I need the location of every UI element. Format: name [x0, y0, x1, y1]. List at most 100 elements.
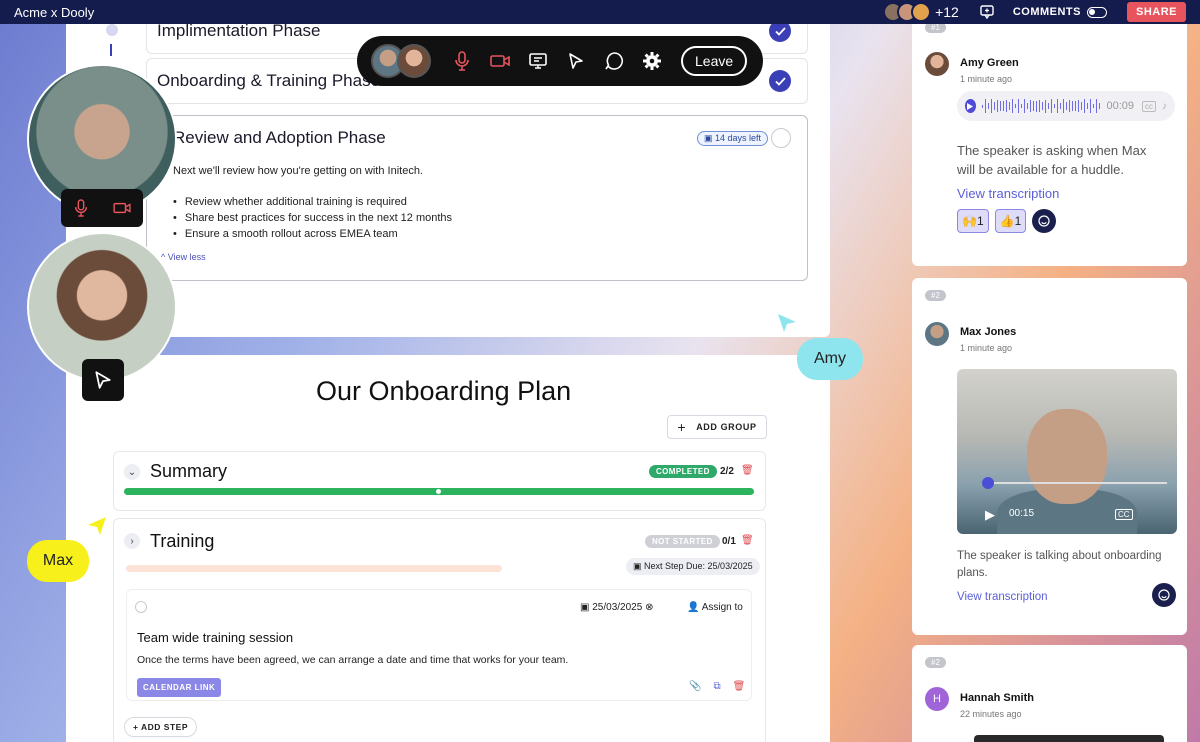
group-training[interactable]: › Training NOT STARTED 0/1 🗑 ▣ Next Step… — [113, 518, 766, 742]
progress-knob — [436, 489, 441, 494]
video-scrubber[interactable] — [987, 482, 1167, 484]
scrubber-knob[interactable] — [982, 477, 994, 489]
trash-icon[interactable]: 🗑 — [741, 465, 754, 476]
waveform-bar — [1014, 103, 1017, 109]
reactions: 🙌 1 👍 1 — [957, 209, 1057, 233]
video-player[interactable] — [974, 735, 1164, 742]
clear-date-icon[interactable]: ⊗ — [645, 602, 653, 613]
camera-icon[interactable] — [112, 201, 132, 215]
view-less-link[interactable]: ^ View less — [161, 252, 206, 262]
waveform-bar — [1017, 99, 1020, 113]
microphone-icon[interactable] — [73, 198, 89, 218]
play-icon[interactable]: ▶ — [985, 507, 995, 523]
comment-author: Max Jones — [960, 326, 1017, 338]
pointer-icon — [95, 371, 111, 389]
trash-icon[interactable]: 🗑 — [733, 681, 746, 692]
captions-icon[interactable]: CC — [1115, 509, 1133, 520]
waveform-bar — [1089, 99, 1092, 113]
video-player[interactable]: ▶ 00:15 CC — [957, 369, 1177, 534]
assign-to-button[interactable]: 👤 Assign to — [687, 602, 743, 613]
check-icon[interactable] — [769, 70, 791, 92]
chevron-right-icon[interactable]: › — [124, 533, 140, 549]
comment-card[interactable]: #2 Max Jones 1 minute ago ▶ 00:15 CC The… — [912, 278, 1187, 635]
waveform-bar — [1005, 99, 1008, 113]
step-count: 2/2 — [720, 466, 734, 477]
duplicate-icon[interactable]: ⧉ — [713, 681, 720, 692]
play-icon[interactable] — [965, 99, 976, 113]
audio-player[interactable]: 00:09 cc ♪ — [957, 91, 1175, 121]
comment-card[interactable]: #2 H Hannah Smith 22 minutes ago — [912, 645, 1187, 742]
participant-count[interactable]: +12 — [935, 4, 959, 20]
list-item: Share best practices for success in the … — [173, 212, 452, 224]
user-icon: 👤 — [687, 602, 700, 613]
comments-toggle[interactable] — [1086, 6, 1107, 18]
comment-author: Amy Green — [960, 57, 1019, 69]
comment-card[interactable]: #1 Amy Green 1 minute ago 00:09 cc ♪ The… — [912, 14, 1187, 266]
calendar-icon: ▣ — [580, 602, 590, 613]
reaction-thumbs-up[interactable]: 👍 1 — [994, 209, 1027, 233]
captions-icon[interactable]: cc — [1142, 100, 1156, 112]
calendar-link-button[interactable]: CALENDAR LINK — [137, 678, 222, 697]
step-indicator — [106, 24, 118, 36]
share-button[interactable]: SHARE — [1126, 2, 1186, 22]
microphone-icon[interactable] — [443, 50, 481, 72]
waveform-bar — [1029, 99, 1032, 113]
avatar[interactable] — [397, 44, 431, 78]
max-cursor-icon — [88, 517, 106, 535]
chat-icon[interactable] — [595, 51, 633, 71]
status-badge: COMPLETED — [649, 465, 717, 478]
top-bar: Acme x Dooly +12 COMMENTS SHARE — [0, 0, 1200, 24]
group-summary[interactable]: ⌄ Summary COMPLETED 2/2 🗑 — [113, 451, 766, 511]
phase-title: Implimentation Phase — [157, 21, 321, 40]
waveform-bar — [1002, 101, 1005, 111]
reaction-raised-hands[interactable]: 🙌 1 — [957, 209, 989, 233]
view-transcription-link[interactable]: View transcription — [957, 591, 1048, 603]
waveform-bar — [1038, 100, 1041, 112]
waveform-bar — [1050, 99, 1053, 113]
pointer-icon[interactable] — [557, 52, 595, 70]
waveform-bar — [1023, 99, 1026, 113]
add-comment-icon[interactable] — [979, 4, 995, 20]
waveform-bar — [1059, 103, 1062, 109]
step-item[interactable]: ▣ 25/03/2025 ⊗ 👤 Assign to Team wide tra… — [126, 589, 752, 701]
participants[interactable]: +12 — [883, 2, 959, 22]
waveform-bar — [1065, 101, 1068, 111]
add-reaction-icon[interactable] — [1032, 209, 1057, 233]
progress-bar — [124, 488, 754, 495]
comment-text: The speaker is talking about onboarding … — [957, 550, 1162, 579]
view-transcription-link[interactable]: View transcription — [957, 186, 1059, 201]
comment-number: #2 — [925, 657, 946, 668]
waveform-bar — [1074, 100, 1077, 112]
waveform-bar — [1032, 101, 1035, 111]
phase-title: Onboarding & Training Phase — [157, 71, 381, 90]
waveform-bar — [1008, 102, 1011, 110]
waveform-bar — [1035, 100, 1038, 112]
phase-review: Review and Adoption Phase ▣ 14 days left… — [146, 115, 808, 281]
leave-call-button[interactable]: Leave — [681, 46, 748, 76]
waveform-bar — [981, 104, 984, 108]
gear-icon[interactable] — [633, 51, 671, 71]
waveform-bar — [1053, 104, 1056, 108]
camera-icon[interactable] — [481, 53, 519, 69]
waveform-bar — [1020, 103, 1023, 109]
amy-cursor-label: Amy — [797, 338, 863, 380]
pointer-button[interactable] — [82, 359, 124, 401]
step-title: Team wide training session — [137, 630, 294, 645]
add-step-button[interactable]: + ADD STEP — [124, 717, 197, 737]
speaker-icon[interactable]: ♪ — [1162, 101, 1167, 112]
avatar[interactable] — [911, 2, 932, 22]
comment-time: 1 minute ago — [960, 74, 1013, 84]
audio-waveform[interactable] — [981, 99, 1101, 113]
add-reaction-icon[interactable] — [1152, 583, 1176, 607]
step-checkbox[interactable] — [135, 601, 147, 613]
waveform-bar — [984, 99, 987, 113]
trash-icon[interactable]: 🗑 — [741, 535, 754, 546]
add-group-button[interactable]: + ADD GROUP — [667, 415, 767, 439]
attachment-icon[interactable]: 📎 — [689, 681, 701, 692]
step-due-date[interactable]: ▣ 25/03/2025 ⊗ — [580, 602, 653, 613]
screen-share-icon[interactable] — [519, 52, 557, 70]
step-actions: 📎 ⧉ 🗑 — [689, 681, 745, 692]
chevron-down-icon[interactable]: ⌄ — [124, 464, 140, 480]
video-controls — [61, 189, 143, 227]
phase-complete-checkbox[interactable] — [771, 128, 791, 148]
